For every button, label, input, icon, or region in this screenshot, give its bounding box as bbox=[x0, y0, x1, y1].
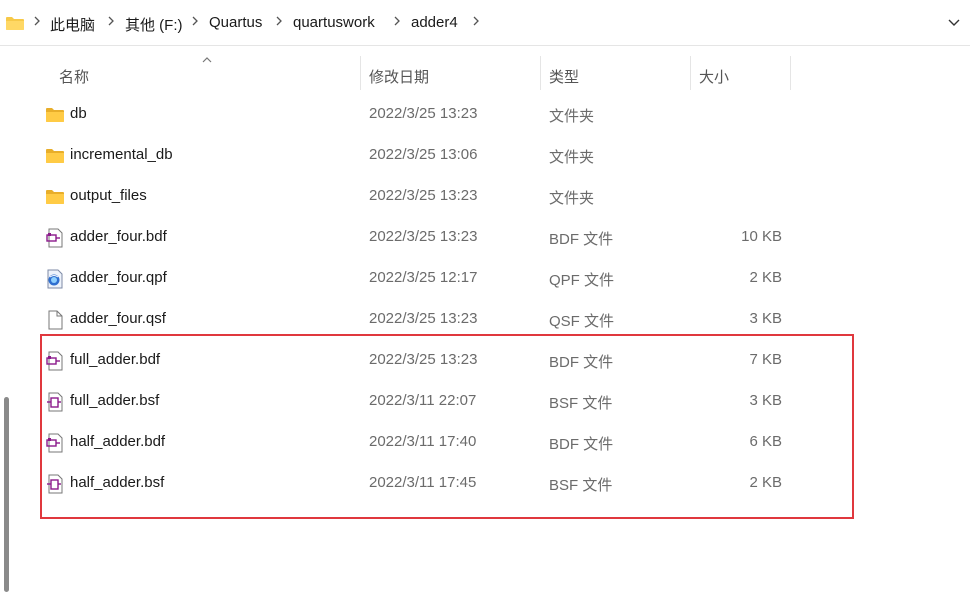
bsf-file-icon bbox=[47, 474, 63, 494]
file-date: 2022/3/25 13:23 bbox=[369, 228, 478, 245]
chevron-right-icon bbox=[393, 14, 401, 28]
folder-icon bbox=[6, 17, 24, 30]
breadcrumb-this-pc[interactable]: 此电脑 bbox=[50, 14, 95, 35]
file-date: 2022/3/25 13:23 bbox=[369, 187, 478, 204]
file-name: db bbox=[70, 105, 87, 122]
file-size: 3 KB bbox=[749, 310, 782, 327]
file-date: 2022/3/25 13:23 bbox=[369, 310, 478, 327]
file-row[interactable]: half_adder.bsf 2022/3/11 17:45 BSF 文件 2 … bbox=[40, 463, 855, 504]
file-date: 2022/3/11 17:45 bbox=[369, 474, 477, 491]
file-row[interactable]: full_adder.bsf 2022/3/11 22:07 BSF 文件 3 … bbox=[40, 381, 855, 422]
chevron-right-icon bbox=[107, 14, 115, 28]
file-size: 10 KB bbox=[741, 228, 782, 245]
file-date: 2022/3/25 13:23 bbox=[369, 351, 478, 368]
blank-file-icon bbox=[48, 310, 63, 330]
file-size: 6 KB bbox=[749, 433, 782, 450]
file-type: BSF 文件 bbox=[549, 477, 613, 494]
file-size: 7 KB bbox=[749, 351, 782, 368]
file-row[interactable]: half_adder.bdf 2022/3/11 17:40 BDF 文件 6 … bbox=[40, 422, 855, 463]
chevron-right-icon bbox=[191, 14, 199, 28]
file-type: 文件夹 bbox=[549, 108, 595, 125]
file-name: half_adder.bdf bbox=[70, 433, 166, 450]
folder-icon bbox=[46, 149, 64, 163]
file-date: 2022/3/11 17:40 bbox=[369, 433, 477, 450]
file-row[interactable]: db 2022/3/25 13:23 文件夹 bbox=[40, 94, 855, 135]
file-type: QSF 文件 bbox=[549, 313, 615, 330]
folder-icon bbox=[46, 190, 64, 204]
chevron-right-icon bbox=[275, 14, 283, 28]
file-name: adder_four.qpf bbox=[70, 269, 167, 286]
file-date: 2022/3/25 13:06 bbox=[369, 146, 478, 163]
column-header-row: 名称 修改日期 类型 大小 bbox=[0, 56, 970, 90]
file-row[interactable]: output_files 2022/3/25 13:23 文件夹 bbox=[40, 176, 855, 217]
address-bar[interactable]: 此电脑 其他 (F:) Quartus quartuswork adder4 bbox=[0, 0, 970, 46]
file-type: QPF 文件 bbox=[549, 272, 615, 289]
bdf-file-icon bbox=[46, 433, 63, 453]
file-size: 2 KB bbox=[749, 269, 782, 286]
file-row[interactable]: adder_four.bdf 2022/3/25 13:23 BDF 文件 10… bbox=[40, 217, 855, 258]
chevron-right-icon bbox=[33, 14, 41, 28]
bdf-file-icon bbox=[46, 228, 63, 248]
file-date: 2022/3/25 12:17 bbox=[369, 269, 478, 286]
column-divider[interactable] bbox=[540, 56, 541, 90]
file-type: BDF 文件 bbox=[549, 354, 614, 371]
file-name: half_adder.bsf bbox=[70, 474, 165, 491]
file-type: BDF 文件 bbox=[549, 231, 614, 248]
file-name: adder_four.bdf bbox=[70, 228, 167, 245]
column-divider[interactable] bbox=[790, 56, 791, 90]
bsf-file-icon bbox=[47, 392, 63, 412]
breadcrumb-quartuswork[interactable]: quartuswork bbox=[293, 14, 375, 31]
column-divider[interactable] bbox=[690, 56, 691, 90]
file-type: 文件夹 bbox=[549, 149, 595, 166]
file-name: full_adder.bdf bbox=[70, 351, 161, 368]
scrollbar-thumb[interactable] bbox=[4, 397, 9, 592]
column-header-size[interactable]: 大小 bbox=[699, 66, 729, 87]
breadcrumb-adder4[interactable]: adder4 bbox=[411, 14, 458, 31]
folder-icon bbox=[46, 108, 64, 122]
file-name: output_files bbox=[70, 187, 147, 204]
file-name: adder_four.qsf bbox=[70, 310, 166, 327]
file-date: 2022/3/11 22:07 bbox=[369, 392, 477, 409]
bdf-file-icon bbox=[46, 351, 63, 371]
file-type: 文件夹 bbox=[549, 190, 595, 207]
file-row[interactable]: full_adder.bdf 2022/3/25 13:23 BDF 文件 7 … bbox=[40, 340, 855, 381]
column-header-name[interactable]: 名称 bbox=[59, 66, 89, 87]
breadcrumb-quartus[interactable]: Quartus bbox=[209, 14, 262, 31]
chevron-down-icon[interactable] bbox=[946, 14, 962, 30]
chevron-right-icon[interactable] bbox=[472, 14, 480, 28]
column-header-date[interactable]: 修改日期 bbox=[369, 66, 429, 87]
file-type: BDF 文件 bbox=[549, 436, 614, 453]
file-row[interactable]: incremental_db 2022/3/25 13:06 文件夹 bbox=[40, 135, 855, 176]
column-header-type[interactable]: 类型 bbox=[549, 66, 579, 87]
qpf-file-icon bbox=[47, 269, 63, 289]
column-divider[interactable] bbox=[360, 56, 361, 90]
file-type: BSF 文件 bbox=[549, 395, 613, 412]
file-row[interactable]: adder_four.qpf 2022/3/25 12:17 QPF 文件 2 … bbox=[40, 258, 855, 299]
file-size: 3 KB bbox=[749, 392, 782, 409]
file-date: 2022/3/25 13:23 bbox=[369, 105, 478, 122]
breadcrumb-drive-f[interactable]: 其他 (F:) bbox=[125, 14, 183, 35]
sort-ascending-icon bbox=[202, 57, 212, 63]
file-size: 2 KB bbox=[749, 474, 782, 491]
file-name: incremental_db bbox=[70, 146, 173, 163]
file-name: full_adder.bsf bbox=[70, 392, 160, 409]
file-row[interactable]: adder_four.qsf 2022/3/25 13:23 QSF 文件 3 … bbox=[40, 299, 855, 340]
